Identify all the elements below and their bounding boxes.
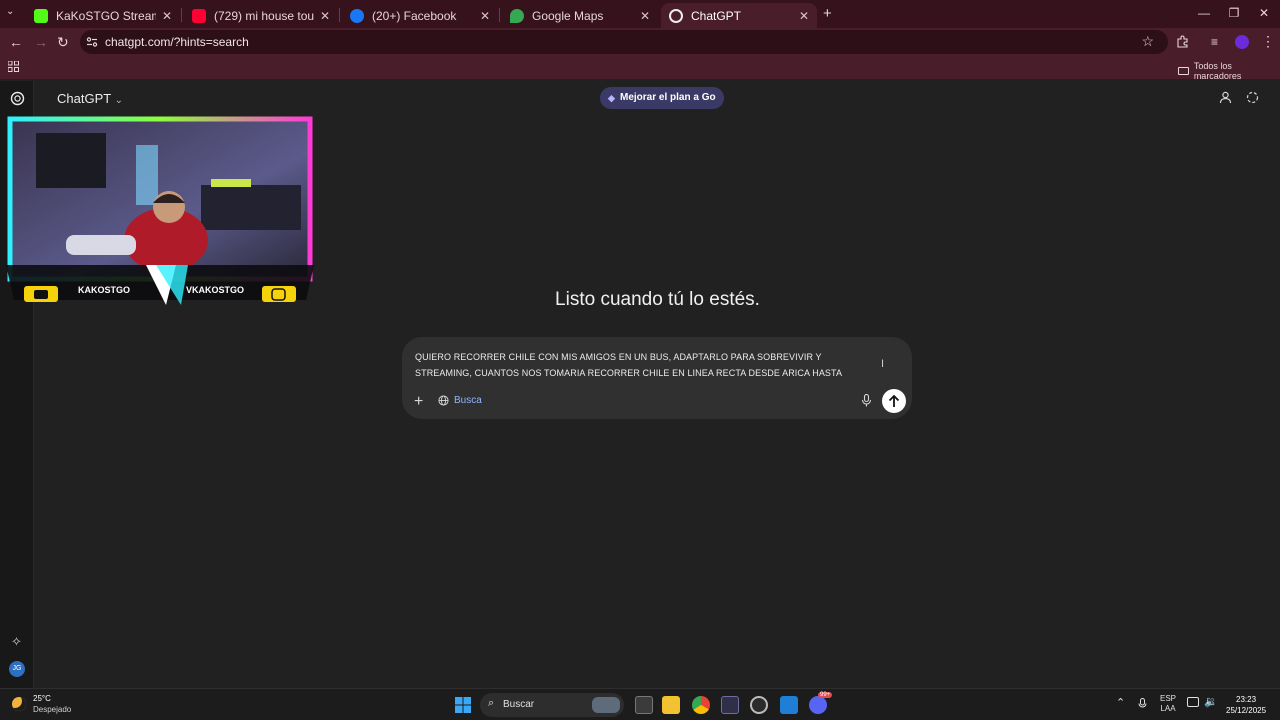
chevron-down-icon: ⌄ xyxy=(114,95,123,106)
send-button[interactable] xyxy=(882,389,906,413)
attach-plus-icon[interactable]: + xyxy=(414,393,423,411)
bookmark-star-icon[interactable]: ☆ xyxy=(1141,33,1154,50)
clock[interactable]: 23:23 25/12/2025 xyxy=(1226,694,1266,716)
user-avatar[interactable]: JG xyxy=(9,661,25,677)
folder-icon xyxy=(1178,67,1189,75)
forward-icon[interactable]: → xyxy=(34,34,48,50)
microphone-icon[interactable] xyxy=(861,394,872,407)
reload-icon[interactable]: ↻ xyxy=(57,34,69,51)
model-selector[interactable]: ChatGPT ⌄ xyxy=(57,91,123,106)
tab-separator xyxy=(339,8,340,22)
tray-chevron-icon[interactable]: ⌃ xyxy=(1116,696,1125,709)
minimize-icon[interactable]: — xyxy=(1190,6,1218,20)
browser-toolbar: ← → ↻ chatgpt.com/?hints=search ☆ ≡ ⋮ xyxy=(0,28,1280,56)
maximize-icon[interactable]: ❐ xyxy=(1220,6,1248,20)
language-indicator[interactable]: ESP LAA xyxy=(1160,694,1176,714)
tab-separator xyxy=(499,8,500,22)
discord-badge: 99+ xyxy=(818,692,833,698)
tab-strip: ⌄ KaKoSTGO Stream - Watch Live ✕ (729) m… xyxy=(0,0,1280,28)
tab-kick[interactable]: KaKoSTGO Stream - Watch Live ✕ xyxy=(26,3,180,28)
url-text: chatgpt.com/?hints=search xyxy=(105,35,249,49)
close-window-icon[interactable]: ✕ xyxy=(1250,6,1278,20)
menu-kebab-icon[interactable]: ⋮ xyxy=(1261,33,1275,50)
maps-pin-icon xyxy=(510,8,524,23)
share-person-icon[interactable] xyxy=(1219,91,1232,104)
search-icon: ⌕ xyxy=(488,697,495,709)
network-icon[interactable] xyxy=(1187,697,1199,707)
tab-chatgpt[interactable]: ChatGPT ✕ xyxy=(661,3,817,28)
globe-icon xyxy=(438,395,449,406)
back-icon[interactable]: ← xyxy=(9,34,23,50)
media-control-icon[interactable]: ≡ xyxy=(1211,35,1218,49)
chrome-icon[interactable] xyxy=(692,696,710,714)
close-tab-icon[interactable]: ✕ xyxy=(162,9,172,23)
kick-icon xyxy=(34,8,48,23)
close-tab-icon[interactable]: ✕ xyxy=(320,9,330,23)
app-f-icon[interactable] xyxy=(780,696,798,714)
apps-grid-icon[interactable] xyxy=(8,61,19,72)
obs-icon[interactable] xyxy=(750,696,768,714)
site-info-icon[interactable] xyxy=(86,36,98,48)
close-tab-icon[interactable]: ✕ xyxy=(640,9,650,23)
extensions-icon[interactable] xyxy=(1176,35,1189,48)
tray-microphone-icon[interactable] xyxy=(1138,698,1147,710)
openai-logo-icon[interactable] xyxy=(10,91,25,106)
address-bar[interactable]: chatgpt.com/?hints=search ☆ xyxy=(80,30,1168,54)
search-highlight-image xyxy=(592,697,620,713)
bookmarks-bar: Todos los marcadores xyxy=(0,56,1280,81)
text-cursor-icon: I xyxy=(881,358,885,370)
discord-icon[interactable] xyxy=(809,696,827,714)
streamer-webcam-image xyxy=(6,116,314,305)
arrow-up-icon xyxy=(888,394,900,407)
webcam-label-right: VKAKOSTGO xyxy=(186,285,245,295)
tab-search-icon[interactable]: ⌄ xyxy=(6,6,14,17)
temporary-chat-icon[interactable] xyxy=(1246,91,1259,104)
close-tab-icon[interactable]: ✕ xyxy=(799,9,809,23)
diamond-icon: ◆ xyxy=(608,93,615,103)
tab-separator xyxy=(181,8,182,22)
search-tool-button[interactable]: Busca xyxy=(438,395,482,406)
all-bookmarks[interactable]: Todos los marcadores xyxy=(1178,61,1280,81)
close-tab-icon[interactable]: ✕ xyxy=(480,9,490,23)
chatgpt-icon xyxy=(669,8,683,23)
app-icon[interactable] xyxy=(721,696,739,714)
youtube-icon xyxy=(192,8,206,23)
task-view-icon[interactable] xyxy=(635,696,653,714)
facebook-icon xyxy=(350,8,364,23)
explore-sparkle-icon[interactable]: ✧ xyxy=(11,634,22,650)
webcam-overlay: KAKOSTGO VKAKOSTGO xyxy=(6,115,314,305)
volume-icon[interactable]: 🔉 xyxy=(1204,695,1218,708)
prompt-input[interactable]: QUIERO RECORRER CHILE CON MIS AMIGOS EN … xyxy=(415,349,885,381)
new-tab-icon[interactable]: + xyxy=(823,5,832,22)
windows-start-icon[interactable] xyxy=(455,697,471,713)
moon-icon xyxy=(12,697,26,711)
tab-google-maps[interactable]: Google Maps ✕ xyxy=(502,3,658,28)
windows-taskbar: 25°C Despejado ⌕ Buscar 99+ ⌃ ESP LAA 🔉 … xyxy=(0,688,1280,720)
profile-avatar[interactable] xyxy=(1235,35,1249,49)
tab-youtube[interactable]: (729) mi house tour - YouTube ✕ xyxy=(184,3,338,28)
file-explorer-icon[interactable] xyxy=(662,696,680,714)
webcam-label-left: KAKOSTGO xyxy=(78,285,131,295)
tab-facebook[interactable]: (20+) Facebook ✕ xyxy=(342,3,498,28)
taskbar-search[interactable]: ⌕ Buscar xyxy=(480,693,624,717)
upgrade-plan-button[interactable]: ◆ Mejorar el plan a Go xyxy=(600,87,724,109)
prompt-composer[interactable]: QUIERO RECORRER CHILE CON MIS AMIGOS EN … xyxy=(402,337,912,419)
